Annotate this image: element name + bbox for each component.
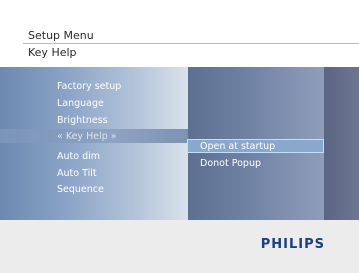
header: Setup Menu Key Help: [0, 0, 359, 67]
philips-logo: PHILIPS: [260, 237, 325, 252]
menu-item-factory-setup[interactable]: Factory setup: [57, 81, 121, 92]
menu-item-language[interactable]: Language: [57, 98, 104, 109]
menu-item-auto-tilt[interactable]: Auto Tilt: [57, 168, 97, 179]
menu-title: Setup Menu: [28, 29, 94, 42]
header-divider: [23, 43, 359, 44]
side-panel: [324, 67, 359, 220]
footer: PHILIPS: [0, 220, 359, 273]
menu-item-key-help[interactable]: « Key Help »: [57, 131, 117, 142]
option-donot-popup[interactable]: Donot Popup: [200, 158, 261, 169]
menu-item-sequence[interactable]: Sequence: [57, 184, 104, 195]
menu-item-brightness[interactable]: Brightness: [57, 115, 108, 126]
option-open-at-startup[interactable]: Open at startup: [200, 141, 275, 152]
submenu-title: Key Help: [28, 46, 77, 59]
menu-body: Factory setup Language Brightness « Key …: [0, 67, 359, 220]
menu-item-auto-dim[interactable]: Auto dim: [57, 151, 100, 162]
